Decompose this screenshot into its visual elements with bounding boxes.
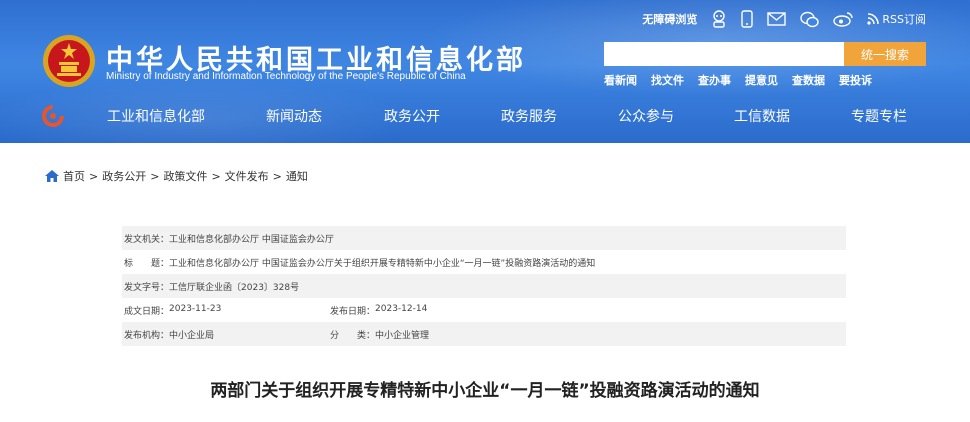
wechat-icon[interactable] xyxy=(800,9,820,29)
quick-link-data[interactable]: 查数据 xyxy=(792,72,825,88)
nav-item-data[interactable]: 工信数据 xyxy=(734,106,790,126)
search-input[interactable] xyxy=(604,42,844,66)
meta-row-org: 发布机构： 中小企业局 分 类： 中小企业管理 xyxy=(122,322,846,346)
breadcrumb-file-release[interactable]: 文件发布 xyxy=(225,168,269,184)
nav-item-ministry[interactable]: 工业和信息化部 xyxy=(107,106,205,126)
quick-link-news[interactable]: 看新闻 xyxy=(604,72,637,88)
nav-item-gov-affairs[interactable]: 政务公开 xyxy=(384,106,440,126)
quick-link-files[interactable]: 找文件 xyxy=(651,72,684,88)
rss-link[interactable]: RSS订阅 xyxy=(867,9,926,29)
breadcrumb: 首页 > 政务公开 > 政策文件 > 文件发布 > 通知 xyxy=(45,168,308,184)
title-label: 标 题： xyxy=(124,258,170,269)
breadcrumb-policy-files[interactable]: 政策文件 xyxy=(163,168,207,184)
breadcrumb-gov-affairs[interactable]: 政务公开 xyxy=(102,168,146,184)
meta-row-title: 标 题： 工业和信息化部办公厅 中国证监会办公厅关于组织开展专精特新中小企业“一… xyxy=(122,250,846,274)
mobile-icon[interactable] xyxy=(741,9,754,29)
breadcrumb-separator: > xyxy=(272,169,282,183)
quick-link-services[interactable]: 查办事 xyxy=(698,72,731,88)
date-made-label: 成文日期： xyxy=(124,306,170,317)
article-title: 两部门关于组织开展专精特新中小企业“一月一链”投融资路演活动的通知 xyxy=(210,381,760,401)
nav-item-news[interactable]: 新闻动态 xyxy=(266,106,322,126)
site-subtitle: Ministry of Industry and Information Tec… xyxy=(106,71,466,82)
org-value: 中小企业局 xyxy=(169,330,215,341)
breadcrumb-notice[interactable]: 通知 xyxy=(286,168,308,184)
org-label: 发布机构： xyxy=(124,330,170,341)
issuer-value: 工业和信息化部办公厅 中国证监会办公厅 xyxy=(169,234,334,245)
date-made-value: 2023-11-23 xyxy=(169,303,222,314)
rss-label: RSS订阅 xyxy=(882,13,926,26)
doc-no-value: 工信厅联企业函〔2023〕328号 xyxy=(169,282,300,293)
issuer-label: 发文机关： xyxy=(124,234,170,245)
top-toolbar: 无障碍浏览 RSS订阅 xyxy=(628,9,926,29)
date-pub-cell: 发布日期： 2023-12-14 xyxy=(330,304,427,317)
breadcrumb-separator: > xyxy=(211,169,221,183)
rss-icon xyxy=(867,13,880,25)
org-cell: 发布机构： 中小企业局 xyxy=(124,328,214,341)
date-made-cell: 成文日期： 2023-11-23 xyxy=(124,304,221,317)
search-button[interactable]: 统一搜索 xyxy=(844,42,926,66)
quick-link-opinions[interactable]: 提意见 xyxy=(745,72,778,88)
site-header: 中华人民共和国工业和信息化部 Ministry of Industry and … xyxy=(0,0,970,143)
breadcrumb-separator: > xyxy=(89,169,99,183)
search-bar: 统一搜索 xyxy=(604,42,926,66)
category-cell: 分 类： 中小企业管理 xyxy=(330,328,429,341)
meta-row-dates: 成文日期： 2023-11-23 发布日期： 2023-12-14 xyxy=(122,298,846,322)
weibo-icon[interactable] xyxy=(833,9,854,29)
national-emblem-icon[interactable] xyxy=(42,34,96,88)
robot-assistant-icon[interactable] xyxy=(711,9,727,29)
nav-item-public-participation[interactable]: 公众参与 xyxy=(618,106,674,126)
main-nav: 工业和信息化部 新闻动态 政务公开 政务服务 公众参与 工信数据 专题专栏 xyxy=(0,100,970,132)
meta-row-doc-no: 发文字号： 工信厅联企业函〔2023〕328号 xyxy=(122,274,846,298)
date-pub-label: 发布日期： xyxy=(330,306,376,317)
breadcrumb-home[interactable]: 首页 xyxy=(63,168,85,184)
category-label: 分 类： xyxy=(330,330,376,341)
nav-item-gov-services[interactable]: 政务服务 xyxy=(501,106,557,126)
quick-links: 看新闻 找文件 查办事 提意见 查数据 要投诉 xyxy=(604,72,886,88)
home-icon[interactable] xyxy=(45,170,59,182)
meta-row-issuer: 发文机关： 工业和信息化部办公厅 中国证监会办公厅 xyxy=(122,226,846,250)
quick-link-complaints[interactable]: 要投诉 xyxy=(839,72,872,88)
title-value: 工业和信息化部办公厅 中国证监会办公厅关于组织开展专精特新中小企业“一月一链”投… xyxy=(169,258,596,269)
date-pub-value: 2023-12-14 xyxy=(375,303,428,314)
document-meta-table: 发文机关： 工业和信息化部办公厅 中国证监会办公厅 标 题： 工业和信息化部办公… xyxy=(122,226,846,346)
mail-icon[interactable] xyxy=(767,9,787,29)
nav-item-special-topics[interactable]: 专题专栏 xyxy=(851,106,907,126)
barrier-free-link[interactable]: 无障碍浏览 xyxy=(642,9,697,29)
category-value: 中小企业管理 xyxy=(375,330,430,341)
breadcrumb-separator: > xyxy=(150,169,160,183)
home-logo-icon[interactable] xyxy=(42,105,64,127)
doc-no-label: 发文字号： xyxy=(124,282,170,293)
